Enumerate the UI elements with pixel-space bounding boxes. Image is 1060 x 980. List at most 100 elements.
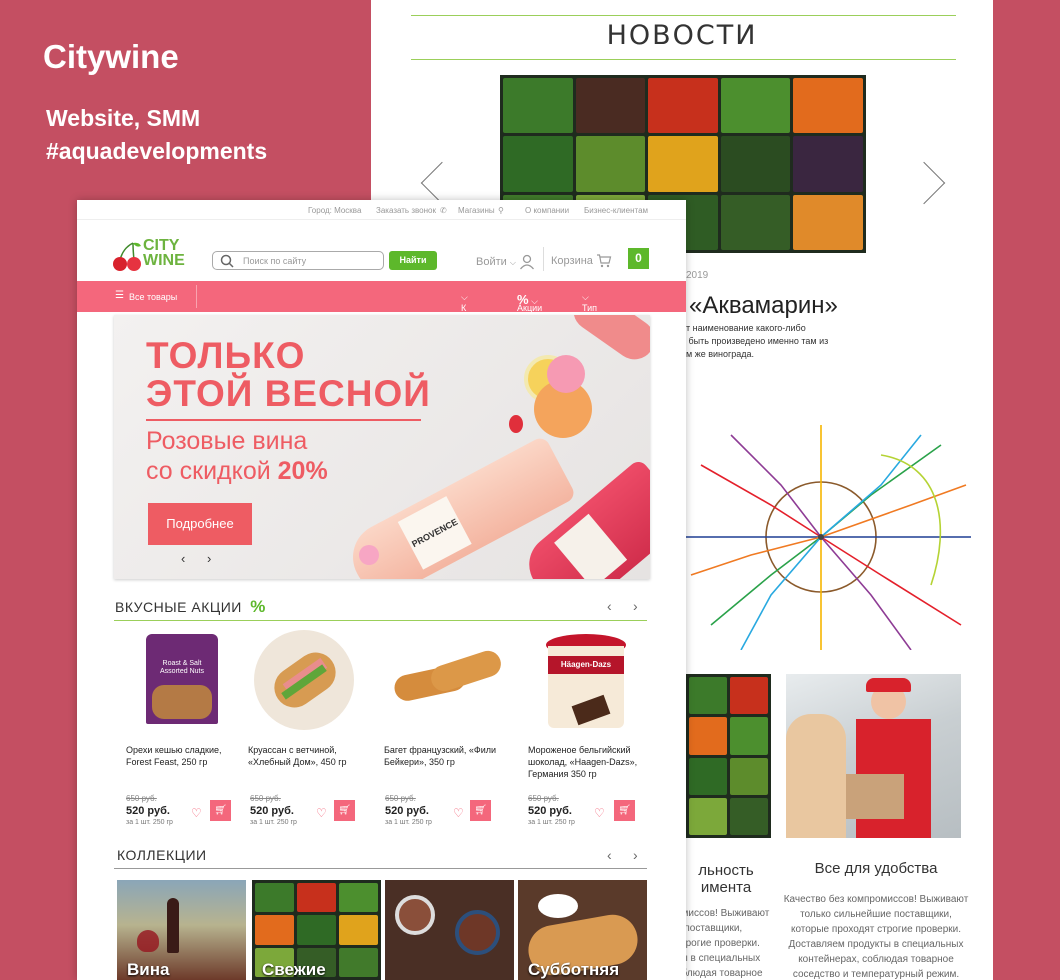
collections-prev-icon[interactable]: ‹ xyxy=(607,847,612,863)
heart-icon[interactable]: ♡ xyxy=(453,806,464,820)
paragraph-line: ит наименование какого-либо xyxy=(681,323,806,333)
collection-card[interactable]: Вина xyxy=(117,880,246,980)
collections-title: КОЛЛЕКЦИИ xyxy=(117,847,207,863)
pack-text: Roast & Salt xyxy=(162,660,202,667)
search-input[interactable]: Поиск по сайту xyxy=(212,251,384,270)
card-text-line: которые проходят строгие проверки. xyxy=(790,924,962,935)
add-to-cart-button[interactable]: 🛒︎ xyxy=(210,800,231,821)
banner-next-icon[interactable]: › xyxy=(207,551,211,566)
card-left-text: омиссов! Выживают е поставщики, строгие … xyxy=(676,906,776,980)
collection-card[interactable]: Субботняя xyxy=(518,880,647,980)
add-to-cart-button[interactable]: 🛒︎ xyxy=(614,800,635,821)
logo-line: CITY xyxy=(143,237,180,254)
pack-text: Häagen-Dazs xyxy=(548,656,624,674)
more-button[interactable]: Подробнее xyxy=(148,503,252,545)
card-text-line: Доставляем продукты в специальных xyxy=(788,939,964,950)
nav-sales[interactable]: Акции % ⌵ xyxy=(517,292,542,313)
card-left-title: льность имента xyxy=(671,862,781,896)
product-name[interactable]: Мороженое бельгийский шоколад, «Haagen-D… xyxy=(528,744,648,779)
banner-headline-line: ЭТОЙ ВЕСНОЙ xyxy=(146,373,431,414)
about-link[interactable]: О компании xyxy=(525,206,569,215)
paragraph-line: о быть произведено именно там из xyxy=(681,336,829,346)
heart-icon[interactable]: ♡ xyxy=(594,806,605,820)
news-next-arrow-icon[interactable] xyxy=(902,161,946,205)
product-card[interactable]: Roast & Salt Assorted Nuts Орехи кешью с… xyxy=(126,630,246,826)
product-name[interactable]: Круассан с ветчиной, «Хлебный Дом», 450 … xyxy=(248,744,368,768)
news-heading: «Аквамарин» xyxy=(689,292,838,319)
search-button[interactable]: Найти xyxy=(389,251,437,270)
discount-value: 20% xyxy=(277,457,328,485)
collection-card[interactable] xyxy=(385,880,514,980)
phone-icon: ✆ xyxy=(440,206,447,215)
add-to-cart-button[interactable]: 🛒︎ xyxy=(334,800,355,821)
card-text-line: только сильнейшие поставщики, xyxy=(800,909,952,920)
card-text-line: строгие проверки. xyxy=(676,938,760,949)
product-name[interactable]: Багет французский, «Фили Бейкери», 350 г… xyxy=(384,744,504,768)
product-image: Häagen-Dazs xyxy=(534,630,634,730)
promos-next-icon[interactable]: › xyxy=(633,598,638,614)
percent-icon: % xyxy=(250,597,266,616)
news-date: 2019 xyxy=(686,270,709,281)
old-price: 650 руб. xyxy=(250,794,281,803)
unit-info: за 1 шт. 250 гр xyxy=(385,819,432,826)
top-bar: Город: Москва Заказать звонок ✆ Магазины… xyxy=(77,200,686,220)
collection-card[interactable]: Свежие xyxy=(252,880,381,980)
main-nav: ☰ Все товары К Посту ⌵ Акции % ⌵ Тип пит… xyxy=(77,281,686,323)
price: 520 руб. xyxy=(250,805,294,817)
cart-count-badge[interactable]: 0 xyxy=(628,248,649,269)
brand-services: Website, SMM xyxy=(46,105,201,131)
add-to-cart-button[interactable]: 🛒︎ xyxy=(470,800,491,821)
product-image xyxy=(254,630,354,730)
card-text-line: облюдая товарное xyxy=(676,968,763,979)
cart-icon: 🛒︎ xyxy=(214,805,227,816)
banner-prev-icon[interactable]: ‹ xyxy=(181,551,185,566)
brand-title: Citywine xyxy=(43,38,179,75)
brand-tag: #aquadevelopments xyxy=(46,138,268,164)
news-prev-arrow-icon[interactable] xyxy=(420,161,464,205)
cart-icon: 🛒︎ xyxy=(618,805,631,816)
cart-icon xyxy=(596,254,612,268)
bottle-label: PROVENCE xyxy=(397,496,472,570)
nav-lent[interactable]: К Посту ⌵ xyxy=(461,292,486,323)
promo-banner[interactable]: ТОЛЬКО ЭТОЙ ВЕСНОЙ Розовые вина со скидк… xyxy=(114,315,650,579)
city-selector[interactable]: Город: Москва xyxy=(308,206,361,215)
collections-next-icon[interactable]: › xyxy=(633,847,638,863)
divider xyxy=(196,285,197,308)
product-card[interactable]: Häagen-Dazs Мороженое бельгийский шокола… xyxy=(528,630,648,826)
old-price: 650 руб. xyxy=(528,794,559,803)
old-price: 650 руб. xyxy=(126,794,157,803)
nav-diet[interactable]: Тип питания ⌵ xyxy=(582,292,616,323)
card-title-line: льность xyxy=(698,862,754,879)
logo[interactable]: CITY WINE xyxy=(111,238,201,272)
promos-prev-icon[interactable]: ‹ xyxy=(607,598,612,614)
collection-label: Вина xyxy=(127,960,170,979)
price: 520 руб. xyxy=(528,805,572,817)
search-placeholder: Поиск по сайту xyxy=(243,256,307,266)
menu-icon[interactable]: ☰ xyxy=(115,290,124,301)
login-button[interactable]: Войти ⌵ xyxy=(476,254,535,270)
product-card[interactable]: Багет французский, «Фили Бейкери», 350 г… xyxy=(384,630,505,826)
logo-text: CITY WINE xyxy=(143,237,185,269)
banner-sub-line: Розовые вина xyxy=(146,427,308,455)
unit-info: за 1 шт. 250 гр xyxy=(126,819,173,826)
heart-icon[interactable]: ♡ xyxy=(316,806,327,820)
business-link[interactable]: Бизнес-клиентам xyxy=(584,206,648,215)
nav-all-products[interactable]: Все товары xyxy=(129,292,177,302)
metro-map xyxy=(681,425,971,650)
old-price: 650 руб. xyxy=(385,794,416,803)
card-title-line: имента xyxy=(700,879,752,896)
product-name[interactable]: Орехи кешью сладкие, Forest Feast, 250 г… xyxy=(126,744,246,768)
card-text-line: омиссов! Выживают xyxy=(676,908,770,919)
cart-icon: 🛒︎ xyxy=(338,805,351,816)
card-text-line: контейнерах, соблюдая товарное xyxy=(798,954,954,965)
divider xyxy=(411,15,956,16)
stores-link[interactable]: Магазины xyxy=(458,206,495,215)
divider xyxy=(543,247,544,271)
cart-label: Корзина xyxy=(551,254,593,267)
product-card[interactable]: Круассан с ветчиной, «Хлебный Дом», 450 … xyxy=(248,630,368,826)
banner-subheadline: Розовые вина со скидкой 20% xyxy=(146,426,328,486)
heart-icon[interactable]: ♡ xyxy=(191,806,202,820)
callback-link[interactable]: Заказать звонок xyxy=(376,206,436,215)
cart-button[interactable]: Корзина xyxy=(551,254,612,268)
discount-prefix: со скидкой xyxy=(146,457,278,485)
